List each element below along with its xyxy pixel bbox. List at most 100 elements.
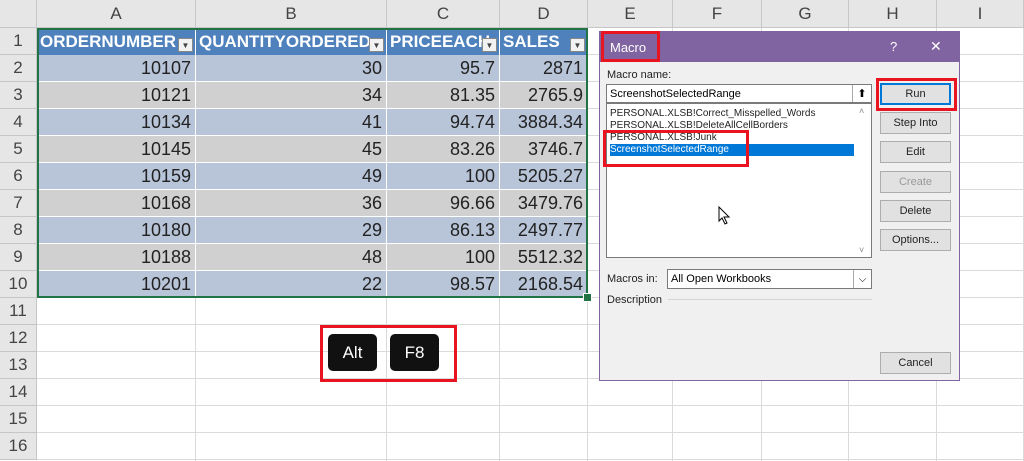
table-cell[interactable]: 2497.77 [500, 217, 588, 244]
table-cell[interactable]: 86.13 [387, 217, 500, 244]
table-cell[interactable]: 2871 [500, 55, 588, 82]
help-icon[interactable]: ? [890, 39, 897, 54]
column-header-b[interactable]: B [196, 0, 387, 28]
table-cell[interactable]: 10145 [37, 136, 196, 163]
table-cell[interactable]: 22 [196, 271, 387, 298]
table-cell[interactable]: 10134 [37, 109, 196, 136]
row-header-14[interactable]: 14 [0, 379, 37, 406]
table-cell[interactable]: 34 [196, 82, 387, 109]
macros-in-select[interactable]: All Open Workbooks ⌵ [667, 269, 872, 289]
macro-list-item[interactable]: ScreenshotSelectedRange [610, 144, 854, 156]
table-cell[interactable]: 10107 [37, 55, 196, 82]
row-header-12[interactable]: 12 [0, 325, 37, 352]
table-cell[interactable]: 3884.34 [500, 109, 588, 136]
table-cell[interactable]: 48 [196, 244, 387, 271]
row-header-7[interactable]: 7 [0, 190, 37, 217]
table-cell[interactable]: 45 [196, 136, 387, 163]
table-cell[interactable]: 10201 [37, 271, 196, 298]
table-cell[interactable]: 100 [387, 244, 500, 271]
table-cell[interactable]: 10168 [37, 190, 196, 217]
row-header-5[interactable]: 5 [0, 136, 37, 163]
table-cell[interactable]: 10159 [37, 163, 196, 190]
row-header-4[interactable]: 4 [0, 109, 37, 136]
table-cell[interactable]: 5205.27 [500, 163, 588, 190]
table-cell[interactable]: 10180 [37, 217, 196, 244]
gridline [37, 432, 1024, 433]
row-header-3[interactable]: 3 [0, 82, 37, 109]
table-cell[interactable]: 3746.7 [500, 136, 588, 163]
chevron-down-icon[interactable]: ⌵ [853, 270, 871, 288]
filter-dropdown-icon[interactable]: ▼ [570, 38, 585, 52]
dialog-titlebar[interactable]: Macro ? ✕ [600, 32, 959, 62]
run-button[interactable]: Run [880, 83, 951, 105]
cancel-button[interactable]: Cancel [880, 352, 951, 374]
macro-name-label: Macro name: [607, 69, 672, 81]
column-header-e[interactable]: E [588, 0, 673, 28]
column-header-i[interactable]: I [937, 0, 1024, 28]
macro-list-item[interactable]: PERSONAL.XLSB!DeleteAllCellBorders [610, 120, 788, 132]
row-header-8[interactable]: 8 [0, 217, 37, 244]
table-header-cell[interactable]: QUANTITYORDERED [196, 28, 387, 55]
table-cell[interactable]: 95.7 [387, 55, 500, 82]
delete-button[interactable]: Delete [880, 200, 951, 222]
column-header-g[interactable]: G [762, 0, 849, 28]
description-divider [668, 299, 872, 300]
macro-list[interactable]: PERSONAL.XLSB!Correct_Misspelled_Words PE… [606, 103, 872, 258]
column-header-d[interactable]: D [500, 0, 588, 28]
column-header-f[interactable]: F [673, 0, 762, 28]
row-header-16[interactable]: 16 [0, 433, 37, 460]
table-cell[interactable]: 41 [196, 109, 387, 136]
table-cell[interactable]: 94.74 [387, 109, 500, 136]
list-scrollbar[interactable]: ˄ ˅ [856, 104, 871, 257]
scroll-down-icon[interactable]: ˅ [859, 245, 864, 255]
column-header-c[interactable]: C [387, 0, 500, 28]
options-button[interactable]: Options... [880, 229, 951, 251]
fill-handle[interactable] [583, 293, 592, 302]
upload-arrow-icon[interactable]: ⬆ [852, 85, 871, 102]
table-cell[interactable]: 2765.9 [500, 82, 588, 109]
create-button[interactable]: Create [880, 171, 951, 193]
table-cell[interactable]: 5512.32 [500, 244, 588, 271]
macro-list-item[interactable]: PERSONAL.XLSB!Correct_Misspelled_Words [610, 108, 815, 120]
table-header-label: PRICEEACH [390, 31, 491, 51]
alt-key: Alt [328, 334, 377, 371]
macro-list-item[interactable]: PERSONAL.XLSB!Junk [610, 132, 717, 144]
filter-dropdown-icon[interactable]: ▼ [178, 38, 193, 52]
row-header-11[interactable]: 11 [0, 298, 37, 325]
row-header-13[interactable]: 13 [0, 352, 37, 379]
table-cell[interactable]: 96.66 [387, 190, 500, 217]
select-all-corner[interactable] [0, 0, 37, 28]
macro-name-value: ScreenshotSelectedRange [610, 87, 741, 100]
row-header-2[interactable]: 2 [0, 55, 37, 82]
row-header-6[interactable]: 6 [0, 163, 37, 190]
filter-dropdown-icon[interactable]: ▼ [482, 38, 497, 52]
row-header-10[interactable]: 10 [0, 271, 37, 298]
macro-name-input[interactable]: ScreenshotSelectedRange ⬆ [606, 84, 872, 103]
table-cell[interactable]: 49 [196, 163, 387, 190]
macros-in-label: Macros in: [607, 273, 658, 285]
table-header-label: SALES [503, 31, 560, 51]
scroll-up-icon[interactable]: ˄ [859, 106, 864, 116]
table-cell[interactable]: 83.26 [387, 136, 500, 163]
filter-dropdown-icon[interactable]: ▼ [369, 38, 384, 52]
table-header-cell[interactable]: ORDERNUMBER [37, 28, 196, 55]
table-cell[interactable]: 36 [196, 190, 387, 217]
edit-button[interactable]: Edit [880, 141, 951, 163]
table-cell[interactable]: 3479.76 [500, 190, 588, 217]
row-header-9[interactable]: 9 [0, 244, 37, 271]
table-cell[interactable]: 30 [196, 55, 387, 82]
table-cell[interactable]: 10121 [37, 82, 196, 109]
dialog-title: Macro [610, 40, 647, 55]
column-header-a[interactable]: A [37, 0, 196, 28]
row-header-1[interactable]: 1 [0, 28, 37, 55]
table-cell[interactable]: 100 [387, 163, 500, 190]
table-cell[interactable]: 29 [196, 217, 387, 244]
row-header-15[interactable]: 15 [0, 406, 37, 433]
step-into-button[interactable]: Step Into [880, 112, 951, 134]
column-header-h[interactable]: H [849, 0, 937, 28]
table-cell[interactable]: 81.35 [387, 82, 500, 109]
table-cell[interactable]: 2168.54 [500, 271, 588, 298]
table-cell[interactable]: 98.57 [387, 271, 500, 298]
close-icon[interactable]: ✕ [930, 38, 942, 55]
table-cell[interactable]: 10188 [37, 244, 196, 271]
